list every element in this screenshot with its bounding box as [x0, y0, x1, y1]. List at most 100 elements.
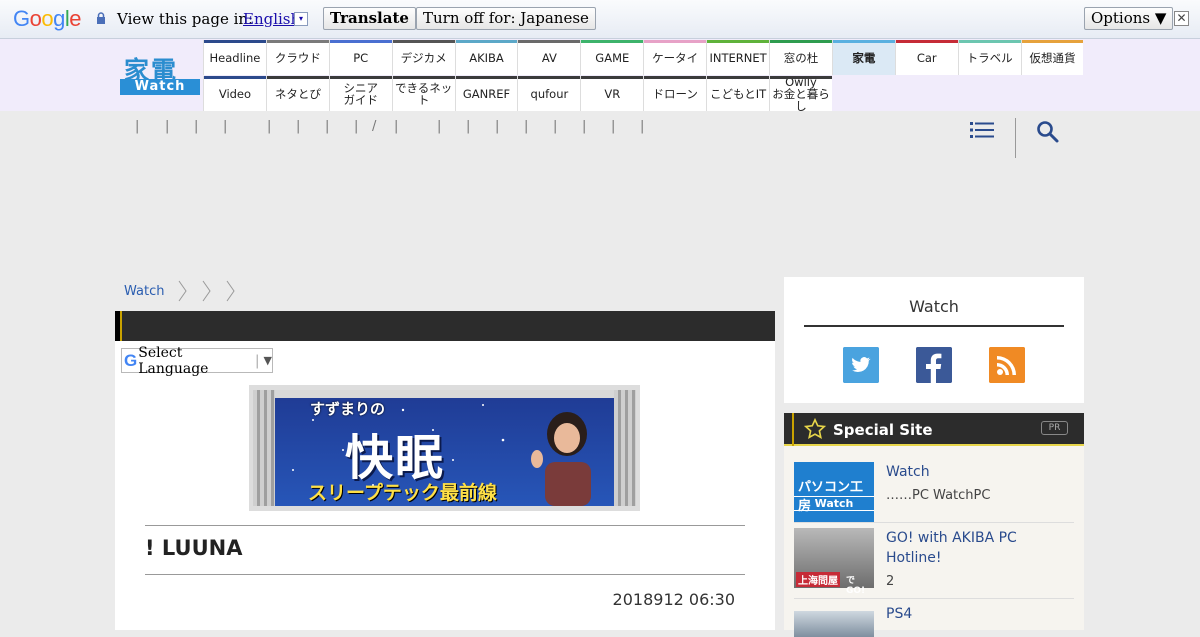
nav-item[interactable]: トラベル	[957, 40, 1021, 75]
special-item[interactable]: PS4	[794, 604, 1074, 637]
nav-item[interactable]: VR	[580, 76, 644, 111]
nav-item[interactable]: シニア ガイド	[328, 76, 392, 111]
nav-item[interactable]: GAME	[580, 40, 644, 75]
sub-nav-separator: |	[524, 119, 529, 134]
thumb-sub: で GO!	[846, 576, 866, 596]
nav-row-secondary: Video ネタとぴ シニア ガイド できるネット GANREF qufour VR ドローン…	[203, 76, 1083, 112]
nav-item[interactable]: ドローン	[643, 76, 707, 111]
nav-item-label: シニア ガイド	[343, 80, 378, 107]
special-site-header: Special Site PR	[784, 413, 1084, 446]
sub-nav-separator: |	[466, 119, 471, 134]
nav-item-color-bar	[958, 40, 1021, 43]
target-language-link[interactable]: English	[243, 10, 300, 28]
chevron-right-icon	[203, 280, 212, 302]
thumb-sub: Watch	[794, 496, 874, 511]
turn-off-button[interactable]: Turn off for: Japanese	[416, 7, 596, 30]
sub-nav-separator: |	[267, 119, 272, 134]
nav-item[interactable]: 家電	[831, 40, 895, 75]
nav-item-label: 窓の杜	[783, 50, 819, 65]
nav-item-color-bar	[455, 76, 518, 79]
nav-item[interactable]: ネタとぴ	[265, 76, 329, 111]
dropdown-arrow-icon: ▼	[263, 354, 272, 367]
nav-item-color-bar	[392, 76, 455, 79]
close-icon[interactable]: ✕	[1174, 11, 1189, 26]
special-item[interactable]: パソコン工房 Watch Watch ……PC WatchPC	[794, 462, 1074, 522]
sub-nav-separator: |	[135, 119, 140, 134]
nav-item[interactable]: INTERNET	[706, 40, 770, 75]
special-item-title[interactable]: GO! with AKIBA PC Hotline!	[886, 528, 1074, 568]
nav-item-label: INTERNET	[709, 50, 767, 65]
special-item[interactable]: 上海問屋 で GO! GO! with AKIBA PC Hotline! 2	[794, 528, 1074, 596]
nav-item-label: AKIBA	[469, 50, 504, 65]
special-item-thumb: 上海問屋 で GO!	[794, 528, 874, 596]
nav-item-label: トラベル	[966, 50, 1013, 65]
nav-item-color-bar	[832, 40, 895, 43]
special-item-title[interactable]: PS4	[886, 604, 1074, 624]
sub-nav-separator: |	[437, 119, 442, 134]
logo-letter: g	[53, 6, 65, 31]
nav-grid: Headline クラウド PC デジカメ AKIBA AV GAME ケータイ INTERNE…	[203, 40, 1084, 112]
nav-item[interactable]: GANREF	[454, 76, 518, 111]
breadcrumb-home[interactable]: Watch	[124, 284, 164, 299]
nav-item-label: GANREF	[462, 86, 511, 101]
nav-item-label: こどもとIT	[709, 86, 767, 101]
nav-item[interactable]: こどもとIT	[706, 76, 770, 111]
breadcrumb: Watch	[124, 280, 236, 302]
promo-banner[interactable]: すずまりの 快眠 スリープテック最前線	[249, 385, 640, 511]
select-language-dropdown[interactable]: G Select Language | ▼	[121, 345, 273, 377]
special-item-title[interactable]: Watch	[886, 462, 1074, 482]
options-button[interactable]: Options ▼	[1084, 7, 1174, 30]
google-g-icon: G	[124, 350, 138, 370]
dropdown-separator: |	[254, 352, 260, 369]
nav-item-color-bar	[770, 40, 832, 43]
language-dropdown-icon[interactable]: ▾	[294, 12, 308, 26]
nav-item[interactable]: PC	[328, 40, 392, 75]
article-title: ! LUUNA	[145, 536, 243, 560]
nav-item-color-bar	[1021, 40, 1084, 43]
logo-letter: o	[41, 6, 54, 31]
site-header: 家電 Watch Headline クラウド PC デジカメ AKIBA AV GAME ケー…	[0, 39, 1200, 112]
header-divider	[1015, 118, 1016, 158]
search-icon[interactable]	[1036, 120, 1060, 144]
nav-item-label: 家電	[852, 50, 876, 65]
nav-item[interactable]: Owlly お金と暮らし	[769, 76, 832, 112]
nav-item[interactable]: qufour	[517, 76, 581, 111]
sub-nav-separator: /	[372, 119, 377, 134]
nav-item-color-bar	[518, 76, 581, 79]
sub-nav-separator: |	[325, 119, 330, 134]
menu-list-icon[interactable]	[970, 120, 994, 140]
curtain-top	[253, 390, 636, 398]
site-logo[interactable]: 家電 Watch	[118, 51, 200, 95]
nav-item[interactable]: 仮想通貨	[1020, 40, 1084, 75]
facebook-icon[interactable]	[916, 347, 952, 383]
nav-item[interactable]: Video	[203, 76, 266, 111]
logo-letter: G	[13, 6, 30, 31]
special-item-desc: ……PC WatchPC	[886, 488, 991, 503]
nav-item-label: できるネット	[394, 80, 453, 107]
title-bottom-rule	[145, 574, 745, 575]
nav-item-color-bar	[266, 40, 329, 43]
nav-item[interactable]: AKIBA	[454, 40, 518, 75]
nav-item[interactable]: 窓の杜	[769, 40, 832, 75]
nav-item[interactable]: ケータイ	[643, 40, 707, 75]
nav-item-color-bar	[329, 76, 392, 79]
nav-item-label: Car	[916, 50, 937, 65]
translate-button[interactable]: Translate	[323, 7, 416, 30]
rss-icon[interactable]	[989, 347, 1025, 383]
sub-nav-separator: |	[354, 119, 359, 134]
special-item-separator	[794, 598, 1074, 599]
nav-item[interactable]: AV	[517, 40, 581, 75]
nav-item-color-bar	[266, 76, 329, 79]
nav-item-color-bar	[707, 40, 770, 43]
translate-bar: Google View this page in: English ▾ Tran…	[0, 0, 1200, 39]
nav-item[interactable]: クラウド	[265, 40, 329, 75]
nav-item[interactable]: デジカメ	[391, 40, 455, 75]
nav-item-color-bar	[581, 40, 644, 43]
nav-item-label: Video	[218, 86, 252, 101]
nav-item[interactable]: できるネット	[391, 76, 455, 111]
twitter-icon[interactable]	[843, 347, 879, 383]
nav-item[interactable]: Headline	[203, 40, 266, 75]
nav-item-color-bar	[895, 40, 958, 43]
chevron-right-icon	[179, 280, 188, 302]
nav-item[interactable]: Car	[894, 40, 958, 75]
